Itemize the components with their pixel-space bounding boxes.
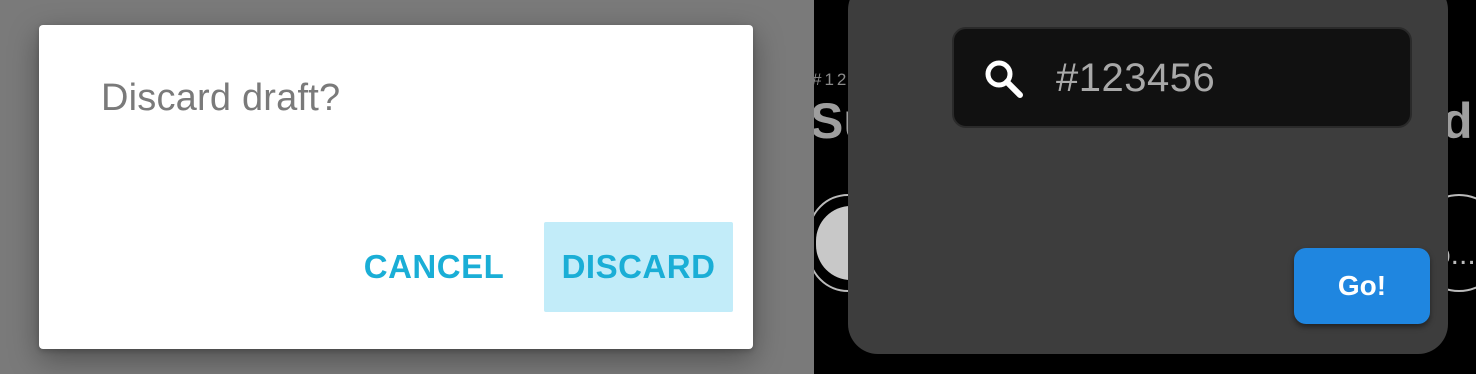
dialog-title: Discard draft? xyxy=(101,77,341,119)
search-input[interactable]: #123456 xyxy=(952,27,1412,128)
left-screen: Discard draft? CANCEL DISCARD xyxy=(0,0,814,374)
discard-draft-dialog: Discard draft? CANCEL DISCARD xyxy=(39,25,753,349)
go-button[interactable]: Go! xyxy=(1294,248,1430,324)
search-icon xyxy=(985,60,1023,98)
background-hash-label: #12 xyxy=(814,70,850,89)
search-value: #123456 xyxy=(1056,56,1216,100)
right-screen: #12 Su d o... #123456 Go! xyxy=(814,0,1476,374)
discard-button[interactable]: DISCARD xyxy=(544,222,733,312)
cancel-button[interactable]: CANCEL xyxy=(349,222,519,312)
